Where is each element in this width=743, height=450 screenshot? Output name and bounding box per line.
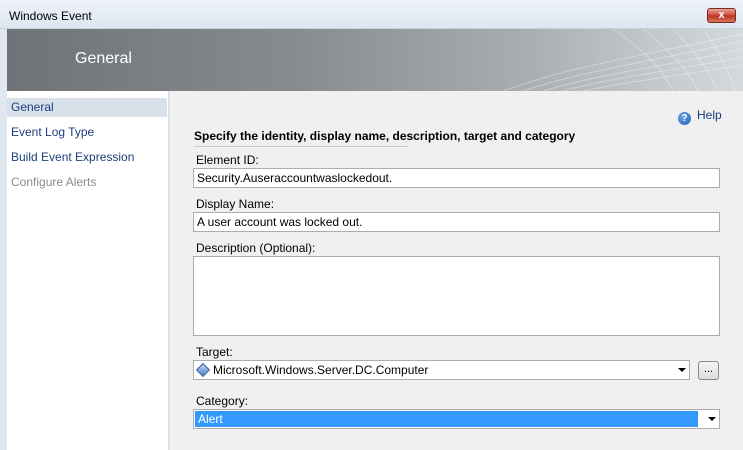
description-label: Description (Optional):	[196, 241, 316, 255]
nav-item-event-log-type[interactable]: Event Log Type	[7, 123, 167, 142]
category-value: Alert	[198, 412, 223, 426]
category-label: Category:	[196, 394, 249, 408]
chevron-down-icon[interactable]	[708, 417, 716, 421]
target-dropdown[interactable]: Microsoft.Windows.Server.DC.Computer	[193, 360, 690, 380]
element-id-label: Element ID:	[196, 153, 259, 167]
description-textarea[interactable]	[193, 256, 720, 336]
help-label: Help	[697, 108, 722, 122]
nav-item-build-event-expression[interactable]: Build Event Expression	[7, 148, 167, 167]
help-link[interactable]: ? Help	[678, 108, 722, 125]
section-heading: Specify the identity, display name, desc…	[194, 129, 576, 143]
header-banner: General	[7, 29, 743, 91]
heading-divider	[194, 146, 408, 147]
display-name-input[interactable]	[193, 212, 720, 232]
management-pack-class-icon	[195, 362, 211, 378]
target-value: Microsoft.Windows.Server.DC.Computer	[213, 363, 429, 377]
general-page-content: ? Help Specify the identity, display name…	[170, 91, 743, 450]
title-bar[interactable]: Windows Event x	[0, 0, 743, 29]
category-dropdown[interactable]: Alert	[193, 409, 720, 429]
display-name-label: Display Name:	[196, 197, 275, 211]
help-icon: ?	[678, 112, 691, 125]
chevron-down-icon[interactable]	[678, 368, 686, 372]
window-title: Windows Event	[9, 9, 92, 23]
close-button[interactable]: x	[707, 8, 736, 23]
wizard-navigation: General Event Log Type Build Event Expre…	[7, 91, 169, 450]
page-title: General	[75, 50, 132, 67]
banner-wave-graphic	[502, 29, 743, 91]
target-label: Target:	[196, 345, 233, 359]
category-selection-highlight	[195, 411, 698, 427]
nav-item-general[interactable]: General	[7, 98, 167, 117]
nav-item-configure-alerts: Configure Alerts	[11, 175, 97, 189]
browse-target-button[interactable]: ...	[698, 361, 719, 380]
element-id-input[interactable]	[193, 168, 720, 188]
windows-event-dialog: Windows Event x General General Event Lo…	[0, 0, 743, 450]
